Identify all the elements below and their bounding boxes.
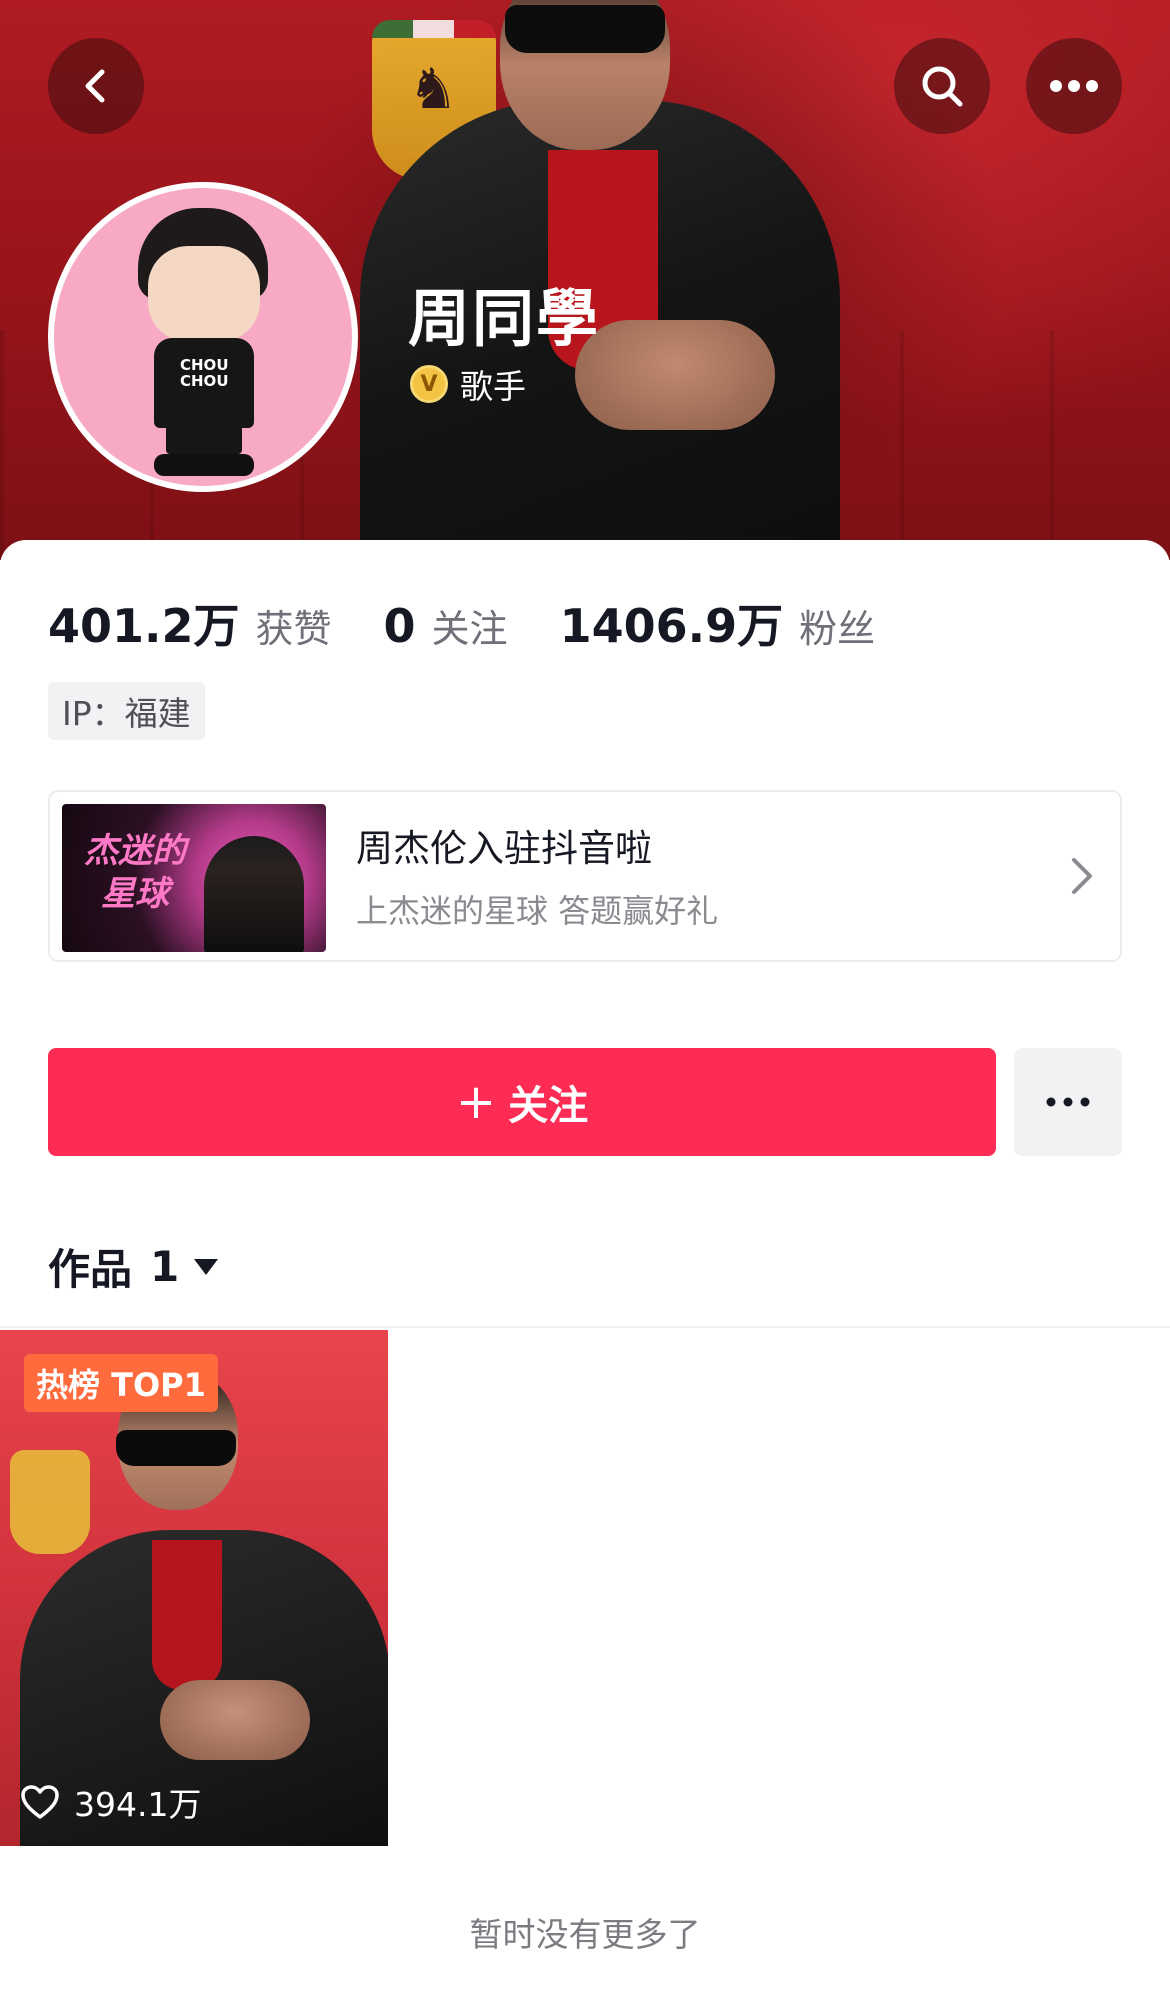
avatar-shirt-text: CHOU CHOU [180,356,229,390]
promo-thumbnail: 杰迷的星球 [62,804,326,952]
tab-works[interactable]: 作品 1 [48,1236,219,1297]
promo-subtitle: 上杰迷的星球 答题赢好礼 [356,892,719,930]
follow-label: 关注 [508,1083,589,1129]
more-actions-button[interactable] [1014,1048,1122,1156]
profile-content: 401.2万 获赞 0 关注 1406.9万 粉丝 IP：福建 杰迷的星球 周杰… [0,540,1170,1999]
follow-button[interactable]: + 关注 [48,1048,996,1156]
promo-title: 周杰伦入驻抖音啦 [356,827,652,870]
stat-label: 关注 [431,607,508,651]
like-count-text: 394.1万 [74,1785,202,1824]
verification-row: V 歌手 [410,360,526,408]
stat-likes[interactable]: 401.2万 获赞 [48,590,332,656]
search-button[interactable] [894,38,990,134]
chevron-right-icon [1072,858,1092,894]
more-button[interactable] [1026,38,1122,134]
plus-icon: + [455,1074,497,1130]
stat-value: 1406.9万 [559,599,784,653]
heart-icon [21,1785,59,1819]
ip-location-tag: IP：福建 [48,682,205,740]
promo-card[interactable]: 杰迷的星球 周杰伦入驻抖音啦 上杰迷的星球 答题赢好礼 [48,790,1122,962]
promo-thumb-text: 杰迷的星球 [84,831,186,914]
stat-value: 401.2万 [48,599,240,653]
video-like-count: 394.1万 [20,1778,201,1826]
profile-name: 周同學 [408,282,601,355]
caret-down-icon [194,1258,219,1275]
stat-value: 0 [383,599,416,653]
horse-icon: ♞ [408,57,459,122]
search-icon [922,66,963,107]
hot-rank-badge: 热榜 TOP1 [24,1354,218,1412]
stats-row: 401.2万 获赞 0 关注 1406.9万 粉丝 [48,590,927,656]
banner-person-hands [575,320,775,430]
avatar[interactable]: CHOU CHOU [48,182,358,492]
divider [0,1326,1170,1328]
works-label: 作品 [48,1245,133,1294]
back-arrow-icon [85,69,105,103]
more-dots-icon [1050,80,1098,92]
back-button[interactable] [48,38,144,134]
verified-badge-icon: V [410,365,448,403]
stat-following[interactable]: 0 关注 [384,598,508,653]
banner-person-glasses [505,5,665,53]
stat-followers[interactable]: 1406.9万 粉丝 [560,590,876,656]
works-count: 1 [150,1242,180,1291]
video-tile[interactable]: 热榜 TOP1 394.1万 [0,1330,388,1846]
stat-label: 获赞 [255,607,332,651]
end-of-list-text: 暂时没有更多了 [469,1915,701,1954]
more-dots-icon [1046,1097,1090,1107]
verification-label: 歌手 [460,367,526,406]
stat-label: 粉丝 [799,607,876,651]
